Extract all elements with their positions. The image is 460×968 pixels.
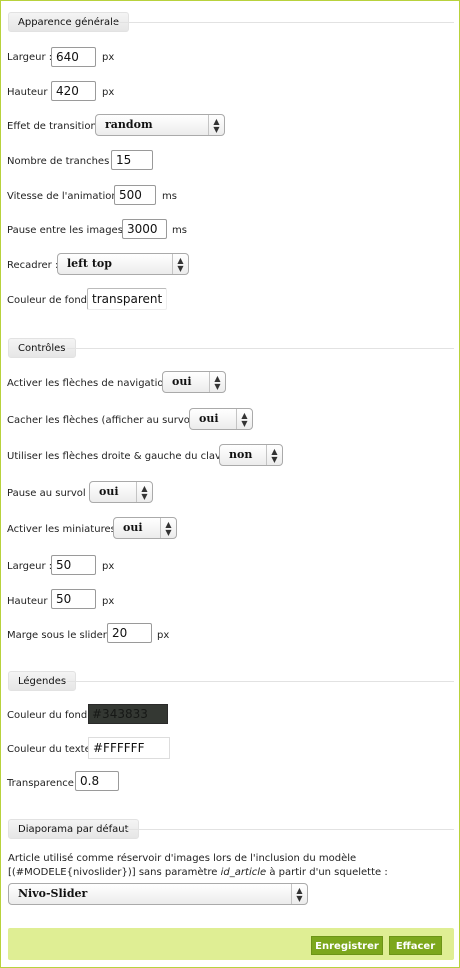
save-button[interactable]: Enregistrer bbox=[311, 936, 383, 955]
crop-select[interactable]: left top ▲ ▼ bbox=[57, 253, 189, 275]
chevron-updown-icon: ▲ ▼ bbox=[209, 372, 225, 392]
thumb-height-unit: px bbox=[102, 596, 115, 607]
height-label: Hauteur : bbox=[7, 87, 55, 98]
margin-unit: px bbox=[157, 630, 170, 641]
keyboard-value: non bbox=[229, 448, 253, 461]
thumb-height-label: Hauteur : bbox=[7, 596, 55, 607]
thumbs-value: oui bbox=[123, 521, 143, 534]
chevron-updown-icon: ▲ ▼ bbox=[136, 482, 152, 502]
clear-button[interactable]: Effacer bbox=[389, 936, 442, 955]
caption-bg-label: Couleur du fond : bbox=[7, 710, 94, 721]
speed-unit: ms bbox=[162, 191, 177, 202]
thumb-height-input[interactable]: 50 bbox=[51, 589, 96, 609]
pause-label: Pause entre les images : bbox=[7, 225, 130, 236]
nav-arrows-label: Activer les flèches de navigation : bbox=[7, 378, 177, 389]
height-input[interactable]: 420 bbox=[51, 81, 96, 101]
thumb-width-unit: px bbox=[102, 561, 115, 572]
section-title-general: Apparence générale bbox=[8, 12, 130, 32]
section-divider bbox=[67, 681, 454, 682]
chevron-updown-icon: ▲ ▼ bbox=[291, 884, 307, 904]
thumbs-label: Activer les miniatures : bbox=[7, 524, 123, 535]
section-divider bbox=[67, 348, 454, 349]
transition-value: random bbox=[105, 118, 153, 131]
caption-text-label: Couleur du texte : bbox=[7, 744, 98, 755]
slices-label: Nombre de tranches : bbox=[7, 156, 116, 167]
slices-input[interactable]: 15 bbox=[111, 150, 153, 170]
caption-bg-color-input[interactable]: #343833 bbox=[88, 704, 168, 724]
speed-label: Vitesse de l'animation : bbox=[7, 191, 125, 202]
caption-text-color-input[interactable]: #FFFFFF bbox=[88, 737, 170, 759]
chevron-updown-icon: ▲ ▼ bbox=[208, 115, 224, 135]
hover-pause-select[interactable]: oui ▲ ▼ bbox=[89, 481, 153, 503]
hover-pause-label: Pause au survol : bbox=[7, 488, 93, 499]
width-unit: px bbox=[102, 52, 115, 63]
section-divider bbox=[112, 22, 454, 23]
chevron-updown-icon: ▲ ▼ bbox=[160, 518, 176, 538]
description-param-name: id_article bbox=[220, 867, 267, 878]
hide-arrows-value: oui bbox=[199, 412, 219, 425]
keyboard-label: Utiliser les flèches droite & gauche du … bbox=[7, 451, 241, 462]
nav-arrows-select[interactable]: oui ▲ ▼ bbox=[162, 371, 226, 393]
bg-color-label: Couleur de fond : bbox=[7, 295, 94, 306]
description-text-end: à partir d'un squelette : bbox=[266, 867, 388, 878]
transition-select[interactable]: random ▲ ▼ bbox=[95, 114, 225, 136]
hide-arrows-label: Cacher les flèches (afficher au survol) … bbox=[7, 415, 204, 426]
chevron-updown-icon: ▲ ▼ bbox=[236, 409, 252, 429]
transparency-label: Transparence : bbox=[7, 778, 81, 789]
transparency-input[interactable]: 0.8 bbox=[75, 771, 119, 791]
nav-arrows-value: oui bbox=[172, 375, 192, 388]
chevron-updown-icon: ▲ ▼ bbox=[266, 445, 282, 465]
margin-input[interactable]: 20 bbox=[107, 623, 152, 643]
default-article-value: Nivo-Slider bbox=[18, 887, 88, 900]
thumb-width-input[interactable]: 50 bbox=[51, 555, 96, 575]
bg-color-input[interactable]: transparent bbox=[87, 288, 167, 310]
margin-label: Marge sous le slider : bbox=[7, 630, 114, 641]
form-actions-bar bbox=[8, 928, 454, 960]
transition-label: Effet de transition : bbox=[7, 121, 104, 132]
crop-value: left top bbox=[67, 257, 112, 270]
hover-pause-value: oui bbox=[99, 485, 119, 498]
section-title-controls: Contrôles bbox=[8, 338, 76, 358]
section-title-default-slideshow: Diaporama par défaut bbox=[8, 819, 139, 839]
thumbs-select[interactable]: oui ▲ ▼ bbox=[113, 517, 177, 539]
section-divider bbox=[125, 829, 454, 830]
pause-unit: ms bbox=[172, 225, 187, 236]
width-input[interactable]: 640 bbox=[51, 47, 96, 67]
hide-arrows-select[interactable]: oui ▲ ▼ bbox=[189, 408, 253, 430]
height-unit: px bbox=[102, 87, 115, 98]
chevron-updown-icon: ▲ ▼ bbox=[172, 254, 188, 274]
default-article-select[interactable]: Nivo-Slider ▲ ▼ bbox=[8, 883, 308, 905]
section-title-captions: Légendes bbox=[8, 671, 77, 691]
default-slideshow-description: Article utilisé comme réservoir d'images… bbox=[8, 852, 448, 880]
thumb-width-label: Largeur : bbox=[7, 561, 53, 572]
pause-input[interactable]: 3000 bbox=[122, 219, 167, 239]
crop-label: Recadrer : bbox=[7, 260, 59, 271]
keyboard-select[interactable]: non ▲ ▼ bbox=[219, 444, 283, 466]
speed-input[interactable]: 500 bbox=[114, 185, 156, 205]
width-label: Largeur : bbox=[7, 52, 53, 63]
